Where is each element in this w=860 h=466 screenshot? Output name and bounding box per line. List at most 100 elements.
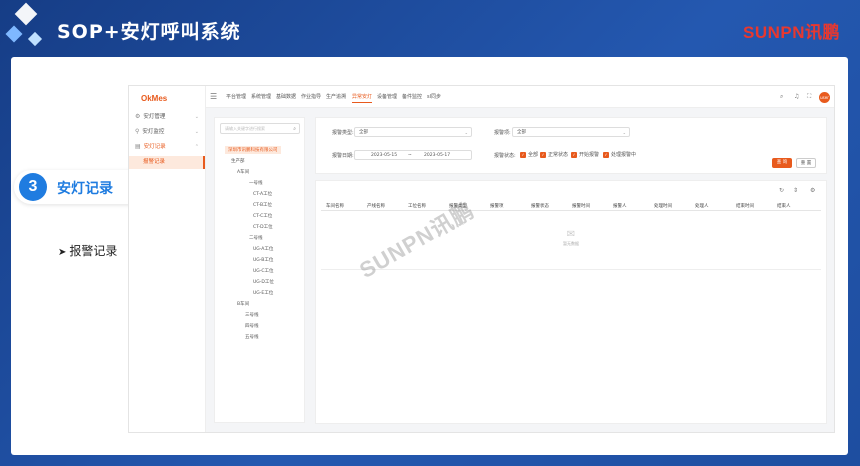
tree-node[interactable]: UG-C工位 xyxy=(253,268,274,274)
sidebar-item-label: 安灯管理 xyxy=(143,114,166,120)
column-header[interactable]: 报警状态 xyxy=(531,203,549,209)
empty-text: 暂无数据 xyxy=(563,241,579,246)
tab-system[interactable]: 系统管理 xyxy=(251,93,271,100)
refresh-icon[interactable]: ↻ xyxy=(779,187,784,194)
column-height-icon[interactable]: ⇕ xyxy=(793,187,798,194)
alarm-type-value: 全部 xyxy=(359,130,368,135)
tab-platform[interactable]: 平台管理 xyxy=(226,93,246,100)
sidebar: OkMes ⚙ 安灯管理 ⌄ ⚲ 安灯监控 ⌄ ▤ 安灯记录 ⌃ 报警记录 xyxy=(129,86,206,432)
bell-icon[interactable]: ♫ xyxy=(794,93,799,100)
tree-node[interactable]: CT-A工位 xyxy=(253,191,272,197)
tree-node[interactable]: CT-D工位 xyxy=(253,224,273,230)
divider xyxy=(321,269,821,270)
filter-panel: 报警类型: 全部 ⌄ 报警项: 全部 ⌄ 报警日期: 2023-05-15 ~2023… xyxy=(315,117,827,174)
tree-node[interactable]: 生产部 xyxy=(231,158,245,164)
status-checkbox-normal[interactable]: ✓ 正常状态 xyxy=(540,151,568,158)
brand-latin: SUNPN xyxy=(742,23,805,42)
tab-equipment[interactable]: 设备管理 xyxy=(377,93,397,100)
date-range-input[interactable]: 2023-05-15 ~2023-05-17 xyxy=(354,150,472,160)
chevron-up-icon: ⌃ xyxy=(194,144,199,150)
status-label: 报警状态: xyxy=(494,153,516,159)
sidebar-item-andon-monitor[interactable]: ⚲ 安灯监控 ⌄ xyxy=(129,125,205,139)
tree-node[interactable]: 五号线 xyxy=(245,334,259,340)
doc-icon: ▤ xyxy=(135,143,141,150)
tree-node[interactable]: 四号线 xyxy=(245,323,259,329)
tree-node[interactable]: B车间 xyxy=(237,301,249,307)
brand-cn: 讯鹏 xyxy=(805,23,840,42)
tree-node[interactable]: A车间 xyxy=(237,169,249,175)
status-option-label: 开始报警 xyxy=(579,152,600,158)
gear-icon: ⚙ xyxy=(135,113,141,120)
sidebar-item-andon-management[interactable]: ⚙ 安灯管理 ⌄ xyxy=(129,110,205,124)
sidebar-item-andon-records[interactable]: ▤ 安灯记录 ⌃ xyxy=(129,140,205,154)
date-start: 2023-05-15 xyxy=(371,153,398,158)
tab-work-guide[interactable]: 作业指导 xyxy=(301,93,321,100)
slide: SOP+安灯呼叫系统 SUNPN讯鹏 3 安灯记录 ➤ 报警记录 OkMes ⚙ 安… xyxy=(0,0,860,466)
org-tree-panel: 请输入关键字进行搜索 ⌕ 深圳市讯鹏科技有限公司 生产部 A车间 一号线 CT-A… xyxy=(214,117,305,423)
app-logo: OkMes xyxy=(141,94,168,103)
status-checkbox-start[interactable]: ✓ 开始报警 xyxy=(571,151,599,158)
column-header[interactable]: 报警时间 xyxy=(572,203,590,209)
checkbox-checked-icon: ✓ xyxy=(603,151,609,158)
checkbox-checked-icon: ✓ xyxy=(540,151,546,158)
date-end: 2023-05-17 xyxy=(424,153,451,158)
query-button[interactable]: 查 询 xyxy=(772,158,792,168)
alarm-type-select[interactable]: 全部 ⌄ xyxy=(354,127,472,137)
column-header[interactable]: 报警项 xyxy=(490,203,504,209)
column-header[interactable]: 产线名称 xyxy=(367,203,385,209)
sidebar-item-label: 安灯记录 xyxy=(143,144,166,150)
status-option-label: 正常状态 xyxy=(548,152,569,158)
alarm-item-value: 全部 xyxy=(517,130,526,135)
empty-state: ✉ 暂无数据 xyxy=(556,229,586,247)
column-header[interactable]: 结束人 xyxy=(777,203,791,209)
status-option-label: 全部 xyxy=(528,152,539,158)
checkbox-checked-icon: ✓ xyxy=(520,151,526,158)
column-header[interactable]: 处理时间 xyxy=(654,203,672,209)
checkbox-checked-icon: ✓ xyxy=(571,151,577,158)
alarm-type-label: 报警类型: xyxy=(332,130,354,136)
sidebar-item-label: 安灯监控 xyxy=(142,129,165,135)
tree-node[interactable]: UG-E工位 xyxy=(253,290,273,296)
menu-icon[interactable]: ☰ xyxy=(210,92,217,101)
arrow-icon: ➤ xyxy=(58,247,67,258)
tree-node[interactable]: 三号线 xyxy=(245,312,259,318)
tab-base-data[interactable]: 基础数据 xyxy=(276,93,296,100)
settings-icon[interactable]: ⚙ xyxy=(810,187,815,194)
tree-node[interactable]: 深圳市讯鹏科技有限公司 xyxy=(225,146,281,154)
column-header[interactable]: 报警人 xyxy=(613,203,627,209)
table-header: 车间名称 产线名称 工位名称 报警类型 报警项 报警状态 报警时间 报警人 处理… xyxy=(321,201,821,211)
column-header[interactable]: 车间名称 xyxy=(326,203,344,209)
tree-node[interactable]: 二号线 xyxy=(249,235,263,241)
fullscreen-icon[interactable]: ⛶ xyxy=(807,93,811,101)
tree-node[interactable]: CT-B工位 xyxy=(253,202,272,208)
step-number: 3 xyxy=(19,173,47,201)
tree-node[interactable]: UG-B工位 xyxy=(253,257,273,263)
search-icon[interactable]: ⌕ xyxy=(780,93,783,101)
alarm-item-label: 报警项: xyxy=(494,130,511,136)
tree-node[interactable]: UG-D工位 xyxy=(253,279,274,285)
alarm-item-select[interactable]: 全部 ⌄ xyxy=(512,127,630,137)
chevron-down-icon: ⌄ xyxy=(622,130,626,135)
column-header[interactable]: 处理人 xyxy=(695,203,709,209)
avatar[interactable]: user xyxy=(819,92,830,103)
tree-search-input[interactable]: 请输入关键字进行搜索 ⌕ xyxy=(220,123,300,134)
tab-andon[interactable]: 异常安灯 xyxy=(352,93,373,103)
date-label: 报警日期: xyxy=(332,153,354,159)
sidebar-subitem-alarm-records[interactable]: 报警记录 xyxy=(129,156,205,169)
tree-node[interactable]: CT-C工位 xyxy=(253,213,272,219)
status-checkbox-all[interactable]: ✓ 全部 xyxy=(520,151,538,158)
search-icon[interactable]: ⌕ xyxy=(293,124,296,134)
status-checkbox-processing[interactable]: ✓ 处理报警中 xyxy=(603,151,636,158)
tab-trace[interactable]: 生产追溯 xyxy=(326,93,346,100)
column-header[interactable]: 结束时间 xyxy=(736,203,754,209)
status-option-label: 处理报警中 xyxy=(611,152,637,158)
tab-spare-parts[interactable]: 备件监控 xyxy=(402,93,422,100)
tab-sync[interactable]: sl同步 xyxy=(427,93,441,100)
bullet-item: ➤ 报警记录 xyxy=(58,242,117,259)
column-header[interactable]: 工位名称 xyxy=(408,203,426,209)
chevron-down-icon: ⌄ xyxy=(464,130,468,135)
tree-node[interactable]: UG-A工位 xyxy=(253,246,273,252)
tree-node[interactable]: 一号线 xyxy=(249,180,263,186)
chevron-down-icon: ⌄ xyxy=(194,114,199,120)
reset-button[interactable]: 重 置 xyxy=(796,158,816,168)
